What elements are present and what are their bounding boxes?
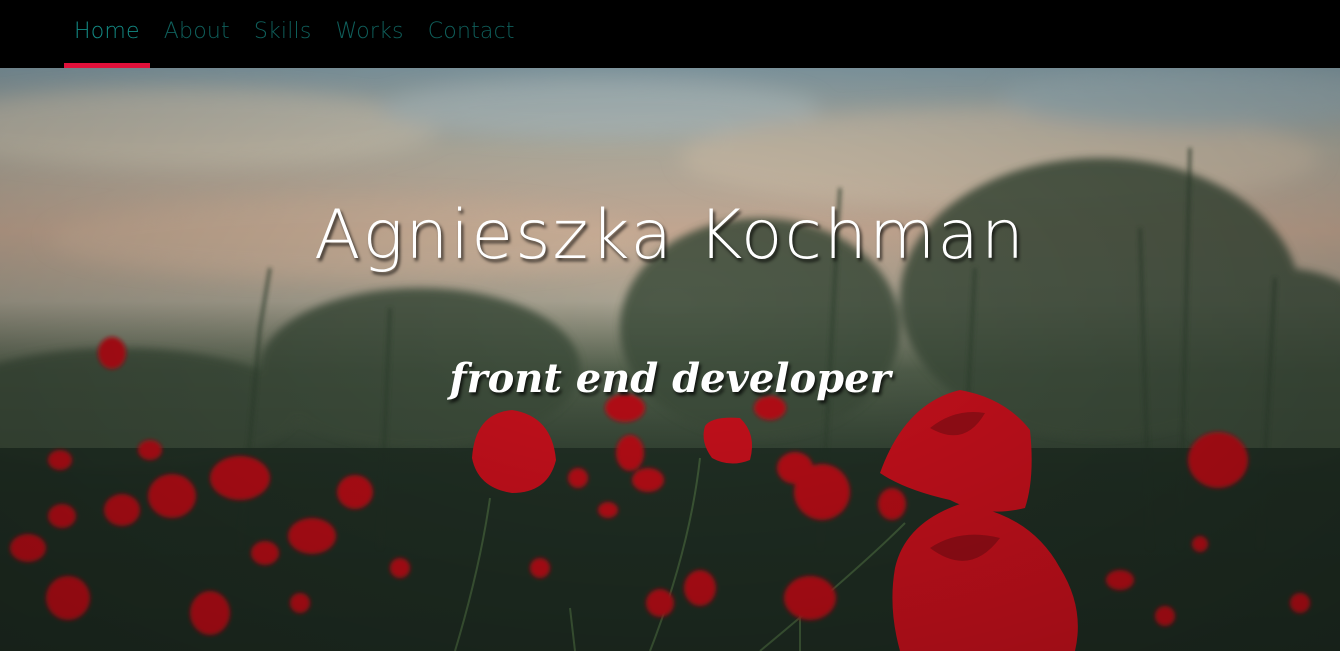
- nav-item-home[interactable]: Home: [64, 0, 150, 68]
- nav-item-contact[interactable]: Contact: [418, 0, 525, 68]
- nav-menu: Home About Skills Works Contact: [64, 0, 529, 68]
- hero-title: Agnieszka Kochman: [313, 196, 1027, 275]
- hero-section: Agnieszka Kochman front end developer: [0, 68, 1340, 651]
- top-navbar: Home About Skills Works Contact: [0, 0, 1340, 68]
- nav-item-skills[interactable]: Skills: [244, 0, 322, 68]
- nav-item-about[interactable]: About: [154, 0, 240, 68]
- hero-subtitle: front end developer: [449, 355, 891, 402]
- nav-item-works[interactable]: Works: [326, 0, 414, 68]
